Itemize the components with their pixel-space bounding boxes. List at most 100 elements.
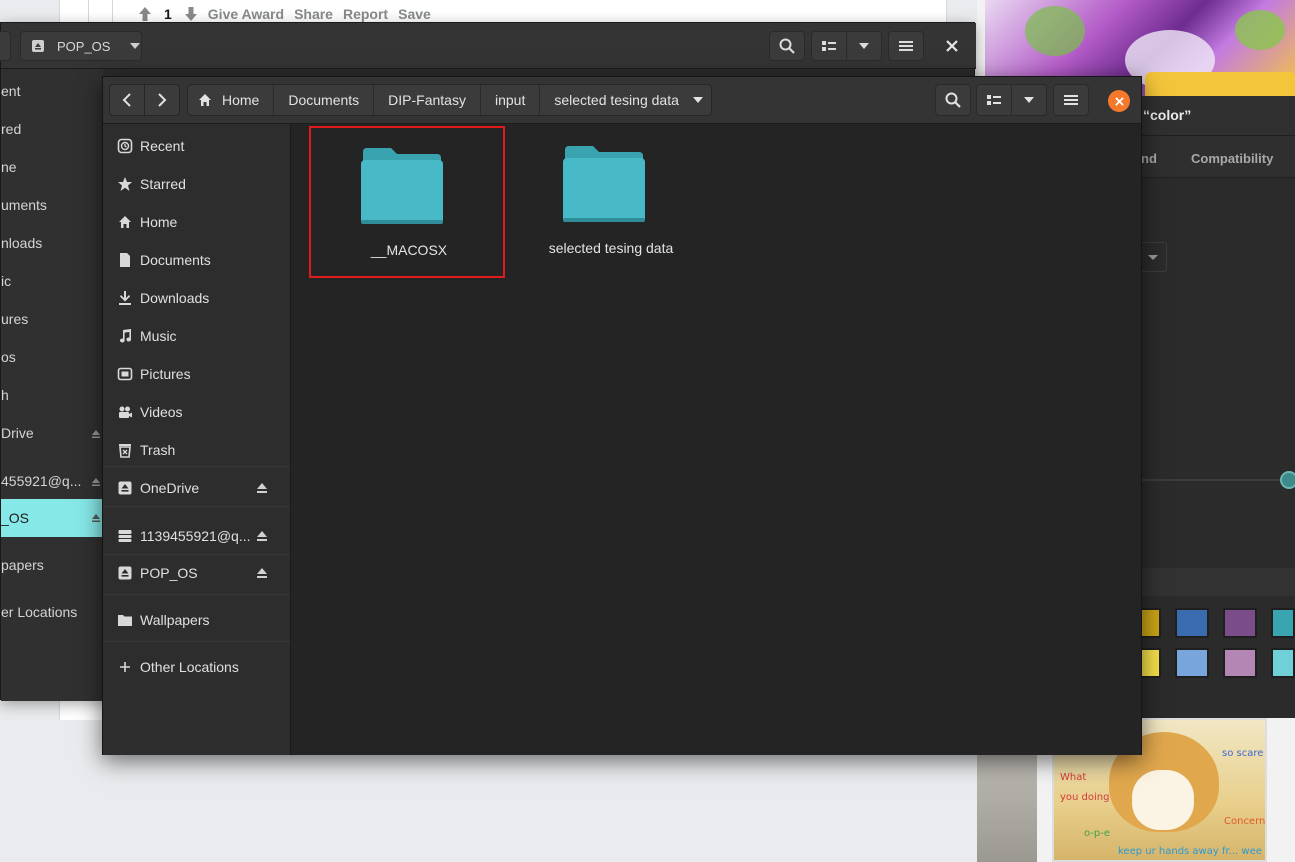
view-toggle-button[interactable] bbox=[811, 31, 847, 61]
vote-count: 1 bbox=[164, 6, 172, 22]
sidebar-item-trash[interactable]: Trash bbox=[103, 434, 290, 466]
sidebar-item-pictures[interactable]: Pictures bbox=[103, 358, 290, 390]
video-icon bbox=[119, 406, 132, 418]
sidebar-item-trash[interactable]: h bbox=[1, 387, 9, 403]
close-button[interactable] bbox=[1108, 90, 1130, 112]
close-button[interactable] bbox=[936, 31, 968, 61]
color-swatch[interactable] bbox=[1223, 648, 1257, 678]
sidebar-item-network-drive[interactable]: 455921@q... bbox=[1, 473, 81, 489]
sidebar-item-label: Recent bbox=[140, 138, 185, 154]
downvote-icon[interactable] bbox=[184, 6, 198, 22]
folder-tile-macosx[interactable]: __MACOSX bbox=[309, 126, 505, 278]
share-button[interactable]: Share bbox=[294, 6, 333, 22]
eject-icon[interactable] bbox=[91, 429, 101, 439]
sidebar-item-home[interactable]: ne bbox=[1, 159, 17, 175]
sidebar-item-home[interactable]: Home bbox=[103, 206, 290, 238]
close-icon bbox=[1114, 96, 1124, 106]
path-button-pop-os[interactable]: POP_OS bbox=[20, 31, 142, 61]
sidebar-item-documents[interactable]: uments bbox=[1, 197, 47, 213]
sidebar-item-pictures[interactable]: ures bbox=[1, 311, 28, 327]
sidebar-item-documents[interactable]: Documents bbox=[103, 244, 290, 276]
drive-icon bbox=[32, 40, 44, 52]
sidebar-item-pop-os-selected[interactable]: _OS bbox=[1, 499, 102, 537]
color-swatch[interactable] bbox=[1175, 608, 1209, 638]
slider-knob[interactable] bbox=[1280, 471, 1295, 489]
document-icon bbox=[120, 253, 130, 267]
view-options-button[interactable] bbox=[1011, 84, 1047, 116]
breadcrumb-home[interactable]: Home bbox=[188, 85, 275, 115]
sidebar-item-videos[interactable]: os bbox=[1, 349, 16, 365]
divider bbox=[103, 594, 290, 595]
divider bbox=[103, 641, 290, 642]
eject-icon[interactable] bbox=[91, 477, 101, 487]
download-icon bbox=[119, 291, 131, 305]
sidebar-item-onedrive[interactable]: OneDrive bbox=[103, 472, 290, 504]
sidebar-item-label: Home bbox=[140, 214, 178, 230]
sidebar-item-music[interactable]: ic bbox=[1, 273, 11, 289]
breadcrumb-input[interactable]: input bbox=[481, 85, 541, 115]
view-toggle-button[interactable] bbox=[976, 84, 1012, 116]
sidebar-item-label: POP_OS bbox=[140, 565, 198, 581]
eject-icon[interactable] bbox=[91, 513, 101, 523]
eject-icon[interactable] bbox=[255, 566, 269, 580]
header-bar: POP_OS bbox=[0, 23, 976, 69]
sidebar-item-other-locations[interactable]: Other Locations bbox=[103, 651, 290, 683]
color-swatch[interactable] bbox=[1271, 608, 1295, 638]
sidebar-item-wallpapers[interactable]: papers bbox=[1, 557, 44, 573]
eject-icon[interactable] bbox=[255, 529, 269, 543]
meme-text: Concern bbox=[1224, 816, 1266, 827]
color-swatch[interactable] bbox=[1223, 608, 1257, 638]
header-bar: Home Documents DIP-Fantasy input selecte… bbox=[103, 77, 1141, 124]
forward-button[interactable] bbox=[144, 84, 180, 116]
folder-icon bbox=[361, 148, 443, 224]
upvote-icon[interactable] bbox=[138, 6, 152, 22]
menu-button[interactable] bbox=[1053, 84, 1089, 116]
view-options-button[interactable] bbox=[846, 31, 882, 61]
report-button[interactable]: Report bbox=[343, 6, 388, 22]
search-icon bbox=[779, 38, 795, 54]
breadcrumb-documents[interactable]: Documents bbox=[274, 85, 375, 115]
sidebar-item-pop-os[interactable]: POP_OS bbox=[103, 557, 290, 589]
search-button[interactable] bbox=[935, 84, 971, 116]
file-name: __MACOSX bbox=[370, 242, 448, 258]
back-button[interactable] bbox=[109, 84, 145, 116]
tab-compatibility[interactable]: Compatibility bbox=[1191, 151, 1273, 166]
breadcrumb-current[interactable]: selected tesing data bbox=[540, 85, 711, 115]
sidebar-item-onedrive[interactable]: Drive bbox=[1, 425, 34, 441]
sidebar-item-downloads[interactable]: nloads bbox=[1, 235, 42, 251]
breadcrumb-dip-fantasy[interactable]: DIP-Fantasy bbox=[374, 85, 481, 115]
divider bbox=[103, 466, 290, 467]
chevron-down-icon bbox=[1024, 97, 1034, 103]
sidebar-item-wallpapers[interactable]: Wallpapers bbox=[103, 604, 290, 636]
eject-icon[interactable] bbox=[255, 481, 269, 495]
color-swatch[interactable] bbox=[1271, 648, 1295, 678]
sidebar-item-recent[interactable]: Recent bbox=[103, 130, 290, 162]
list-view-icon bbox=[987, 95, 1001, 105]
sidebar-item-other-locations[interactable]: er Locations bbox=[1, 604, 77, 620]
search-button[interactable] bbox=[769, 31, 805, 61]
post-action-bar: 1 Give Award Share Report Save bbox=[138, 4, 431, 24]
sidebar-item-starred[interactable]: red bbox=[1, 121, 21, 137]
sidebar-item-downloads[interactable]: Downloads bbox=[103, 282, 290, 314]
path-button-partial[interactable] bbox=[0, 31, 11, 61]
color-swatch[interactable] bbox=[1175, 648, 1209, 678]
sidebar-item-recent[interactable]: ent bbox=[1, 83, 20, 99]
hamburger-icon bbox=[1064, 95, 1078, 105]
divider bbox=[88, 0, 89, 22]
save-button[interactable]: Save bbox=[398, 6, 431, 22]
breadcrumb-label: Home bbox=[222, 92, 260, 108]
sidebar-item-music[interactable]: Music bbox=[103, 320, 290, 352]
folder-tile-selected-tesing-data[interactable]: selected tesing data bbox=[513, 126, 709, 278]
close-icon bbox=[946, 40, 958, 52]
section-band bbox=[1127, 568, 1295, 596]
tab-partial[interactable]: nd bbox=[1141, 151, 1157, 166]
recent-icon bbox=[117, 138, 133, 154]
sidebar-item-videos[interactable]: Videos bbox=[103, 396, 290, 428]
give-award-button[interactable]: Give Award bbox=[208, 6, 284, 22]
slider-track[interactable] bbox=[1127, 479, 1295, 481]
sidebar-item-starred[interactable]: Starred bbox=[103, 168, 290, 200]
sidebar-item-network-drive[interactable]: 1139455921@q... bbox=[103, 520, 290, 552]
menu-button[interactable] bbox=[888, 31, 924, 61]
meme-text: you doing bbox=[1060, 792, 1110, 803]
list-view-icon bbox=[822, 41, 836, 51]
